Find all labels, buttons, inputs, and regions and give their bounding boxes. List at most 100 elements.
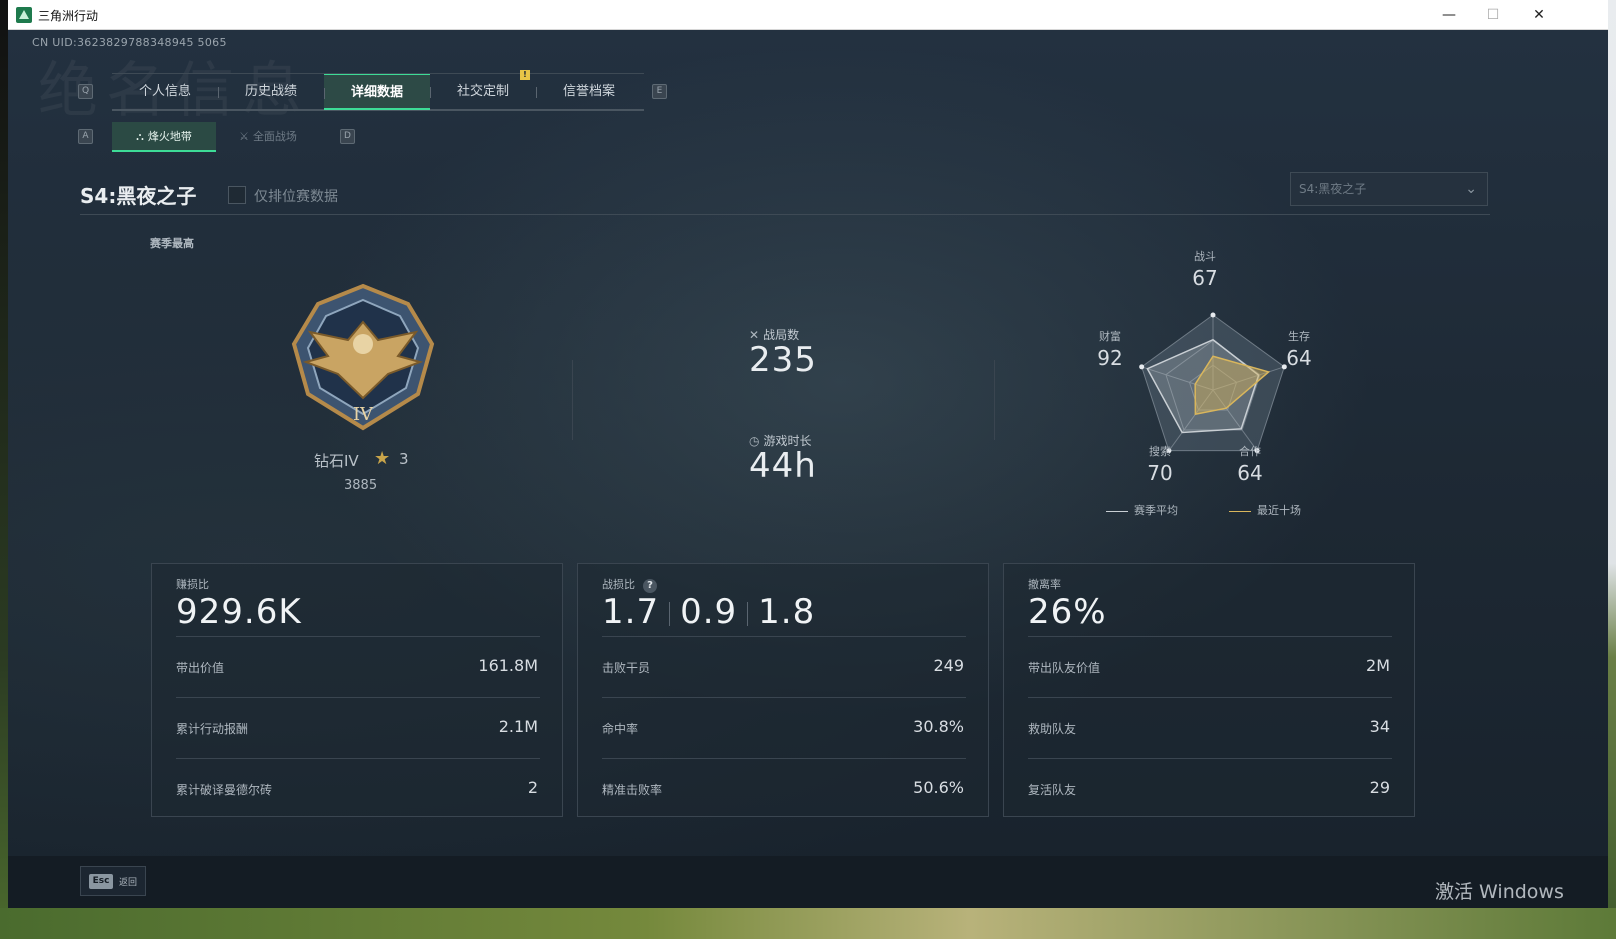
row-label: 复活队友: [1028, 783, 1077, 797]
kd-value-2: 0.9: [680, 592, 738, 632]
card-divider: [176, 636, 540, 637]
card-big-value: 26%: [1028, 592, 1107, 632]
game-screen: 绝名信息 CN UID:3623829788348945 5065 Q 个人信息…: [8, 30, 1608, 908]
row-value: 30.8%: [913, 717, 964, 736]
prev-tab-key-hint[interactable]: Q: [78, 84, 93, 99]
radar-value-cooperation: 64: [1237, 461, 1263, 485]
tab-history[interactable]: 历史战绩: [218, 74, 324, 110]
tab-credit-archive[interactable]: 信誉档案: [536, 74, 642, 110]
ranked-only-label[interactable]: 仅排位赛数据: [254, 186, 338, 206]
card-label: 战损比?: [602, 576, 657, 593]
card-divider: [602, 697, 966, 698]
minimize-button[interactable]: —: [1426, 0, 1472, 30]
close-button[interactable]: ✕: [1516, 0, 1562, 30]
row-label: 带出价值: [176, 661, 225, 675]
legend-season-avg: 赛季平均: [1106, 502, 1178, 518]
radar-label-cooperation: 合作: [1239, 445, 1261, 458]
radar-label-wealth: 财富: [1099, 330, 1121, 343]
footer-bar: Esc 返回: [8, 856, 1608, 908]
kd-value-1: 1.7: [602, 592, 660, 632]
season-dropdown[interactable]: S4:黑夜之子 ⌄: [1290, 172, 1488, 206]
row-label: 精准击败率: [602, 783, 663, 797]
legend-line-recent-ten: [1229, 510, 1251, 512]
radar-axis-dot: [1210, 312, 1216, 318]
tab-detailed-data[interactable]: 详细数据: [324, 74, 430, 110]
row-value: 50.6%: [913, 778, 964, 797]
next-subtab-key-hint[interactable]: D: [340, 129, 355, 144]
row-label: 带出队友价值: [1028, 661, 1101, 675]
radar-label-survival: 生存: [1288, 330, 1310, 343]
ranked-only-checkbox[interactable]: [228, 186, 246, 204]
activate-windows-watermark: 激活 Windows: [1435, 881, 1564, 903]
back-button[interactable]: Esc 返回: [80, 866, 146, 896]
value-separator: [669, 601, 671, 626]
next-tab-key-hint[interactable]: E: [652, 84, 667, 99]
window-title: 三角洲行动: [38, 9, 99, 23]
card-divider: [602, 758, 966, 759]
card-divider: [176, 697, 540, 698]
row-label: 累计破译曼德尔砖: [176, 783, 273, 797]
radar-value-wealth: 92: [1097, 346, 1123, 370]
app-logo-icon: [16, 7, 32, 23]
kd-card: 战损比? 1.7 0.9 1.8 击败干员 249 命中率 30.8% 精准击败率 …: [577, 563, 989, 817]
card-big-value: 929.6K: [176, 592, 302, 632]
subtab-full-battlefield[interactable]: ⚔ 全面战场: [216, 122, 320, 152]
rank-score: 3885: [344, 478, 378, 493]
season-dropdown-value: S4:黑夜之子: [1299, 182, 1367, 196]
firezone-icon: ⛬: [136, 130, 144, 143]
star-icon: ★: [374, 448, 391, 469]
player-uid: CN UID:3623829788348945 5065: [32, 36, 227, 49]
header-divider: [80, 214, 1490, 215]
row-value: 29: [1369, 778, 1390, 797]
rank-medal-icon: IV: [291, 283, 435, 431]
row-value: 2M: [1366, 656, 1390, 675]
extraction-card: 撤离率 26% 带出队友价值 2M 救助队友 34 复活队友 29: [1003, 563, 1415, 817]
subtab-firezone-label: 烽火地带: [147, 130, 192, 143]
matches-value: 235: [749, 340, 817, 380]
row-value: 34: [1369, 717, 1390, 736]
radar-label-search: 搜索: [1149, 445, 1171, 458]
chevron-down-icon: ⌄: [1465, 181, 1477, 197]
main-tabs: 个人信息 历史战绩 详细数据 社交定制 信誉档案: [112, 73, 644, 111]
card-label: 赚损比: [176, 578, 209, 591]
subtab-firezone[interactable]: ⛬ 烽火地带: [112, 122, 216, 152]
legend-season-avg-label: 赛季平均: [1134, 504, 1178, 517]
radar-label-combat: 战斗: [1194, 250, 1216, 263]
card-divider: [602, 636, 966, 637]
desktop-left-edge: [0, 0, 8, 939]
help-icon[interactable]: ?: [643, 579, 657, 593]
card-big-value: 1.7 0.9 1.8: [602, 592, 815, 632]
row-value: 249: [933, 656, 964, 675]
radar-value-combat: 67: [1192, 266, 1218, 290]
rank-stars-count: 3: [399, 450, 409, 468]
row-value: 161.8M: [478, 656, 538, 675]
section-divider: [572, 360, 573, 440]
card-divider: [176, 758, 540, 759]
card-divider: [1028, 697, 1392, 698]
prev-subtab-key-hint[interactable]: A: [78, 129, 93, 144]
desktop-right-edge: [1608, 0, 1616, 939]
battlefield-icon: ⚔: [239, 130, 249, 143]
rank-name: 钻石IV: [314, 452, 359, 470]
radar-value-survival: 64: [1286, 346, 1312, 370]
back-label: 返回: [119, 878, 138, 888]
card-divider: [1028, 636, 1392, 637]
notification-badge: !: [520, 70, 530, 80]
card-label-text: 战损比: [602, 578, 635, 591]
profit-card: 赚损比 929.6K 带出价值 161.8M 累计行动报酬 2.1M 累计破译曼…: [151, 563, 563, 817]
legend-recent-ten-label: 最近十场: [1257, 504, 1301, 517]
maximize-button[interactable]: ☐: [1470, 0, 1516, 30]
section-divider: [994, 360, 995, 440]
medal-numeral: IV: [353, 404, 374, 425]
card-label: 撤离率: [1028, 578, 1061, 591]
kd-value-3: 1.8: [758, 592, 816, 632]
season-best-label: 赛季最高: [150, 237, 194, 250]
app-window: 三角洲行动 — ☐ ✕ 绝名信息 CN UID:3623829788348945…: [8, 0, 1608, 908]
radar-value-search: 70: [1147, 461, 1173, 485]
playtime-value: 44h: [749, 446, 817, 486]
row-label: 击败干员: [602, 661, 651, 675]
legend-line-season-avg: [1106, 510, 1128, 512]
legend-recent-ten: 最近十场: [1229, 502, 1301, 518]
row-label: 累计行动报酬: [176, 722, 249, 736]
tab-personal-info[interactable]: 个人信息: [112, 74, 218, 110]
